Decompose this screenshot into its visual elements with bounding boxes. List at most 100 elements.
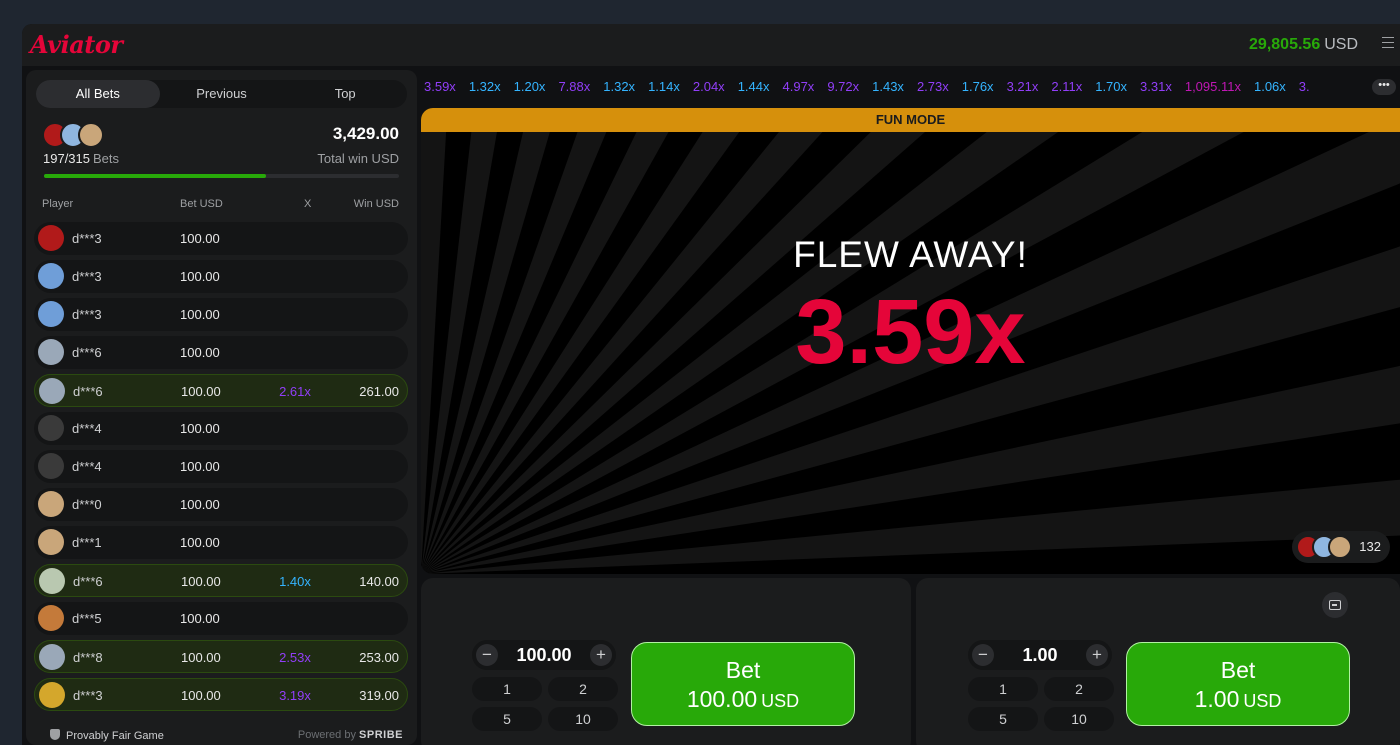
history-multiplier[interactable]: 7.88x (558, 79, 590, 94)
avatar (1328, 535, 1352, 559)
table-row: d***3 100.00 (34, 222, 408, 255)
table-row: d***3 100.00 (34, 298, 408, 331)
bets-count: 197/315 Bets (43, 151, 120, 166)
bet-amount: 100.00 (181, 650, 221, 665)
bet-button[interactable]: Bet 1.00 USD (1126, 642, 1350, 726)
bet-amount-stepper[interactable]: − 100.00 + (472, 640, 616, 670)
history-multiplier[interactable]: 1.14x (648, 79, 680, 94)
bets-summary: 197/315 Bets 3,429.00 Total win USD (36, 116, 407, 182)
cashout-multiplier: 2.53x (279, 650, 311, 665)
history-multiplier[interactable]: 2.04x (693, 79, 725, 94)
quick-amount-button[interactable]: 2 (548, 677, 618, 701)
remove-panel-icon[interactable] (1322, 592, 1348, 618)
history-multiplier[interactable]: 1.20x (514, 79, 546, 94)
avatar (38, 263, 64, 289)
history-multiplier[interactable]: 2.73x (917, 79, 949, 94)
quick-amount-button[interactable]: 1 (968, 677, 1038, 701)
tab-top[interactable]: Top (283, 80, 407, 108)
history-multiplier[interactable]: 3.21x (1007, 79, 1039, 94)
history-multiplier[interactable]: 3. (1299, 79, 1310, 94)
history-multiplier[interactable]: 1.44x (738, 79, 770, 94)
top-bar: Aviator 29,805.56 USD (22, 24, 1400, 66)
win-amount: 253.00 (359, 650, 399, 665)
game-stage: FUN MODE FLEW AWAY! 3.59x 132 (421, 108, 1400, 574)
table-row: d***6 100.00 (34, 336, 408, 369)
history-multiplier[interactable]: 1.32x (469, 79, 501, 94)
progress-fill (44, 174, 266, 178)
history-multiplier[interactable]: 1.43x (872, 79, 904, 94)
bets-tabs: All Bets Previous Top (36, 80, 407, 108)
cashout-multiplier: 2.61x (279, 384, 311, 399)
quick-amount-button[interactable]: 5 (968, 707, 1038, 731)
shield-icon (50, 729, 60, 740)
increase-button[interactable]: + (1086, 644, 1108, 666)
player-name: d***3 (72, 307, 102, 322)
online-players-badge: 132 (1292, 531, 1390, 563)
tab-all-bets[interactable]: All Bets (36, 80, 160, 108)
bet-amount: 100.00 (180, 611, 220, 626)
players-count: 132 (1359, 539, 1381, 554)
history-multiplier[interactable]: 1.76x (962, 79, 994, 94)
win-amount: 261.00 (359, 384, 399, 399)
avatar (38, 453, 64, 479)
column-win: Win USD (353, 198, 399, 210)
aviator-app: Aviator 29,805.56 USD All Bets Previous T… (22, 24, 1400, 745)
bet-amount: 100.00 (180, 535, 220, 550)
history-multiplier[interactable]: 1.06x (1254, 79, 1286, 94)
bet-button-currency: USD (761, 691, 800, 711)
history-multiplier[interactable]: 4.97x (783, 79, 815, 94)
history-multiplier[interactable]: 1.70x (1095, 79, 1127, 94)
bet-button-label: Bet (725, 657, 761, 683)
table-row: d***1 100.00 (34, 526, 408, 559)
cashout-multiplier: 3.19x (279, 688, 311, 703)
player-name: d***3 (72, 231, 102, 246)
avatar (78, 122, 104, 148)
fun-mode-banner: FUN MODE (421, 108, 1400, 132)
history-multiplier[interactable]: 2.11x (1051, 79, 1082, 94)
history-multiplier[interactable]: 1.32x (603, 79, 635, 94)
avatar (39, 568, 65, 594)
avatar (38, 225, 64, 251)
history-multiplier[interactable]: 9.72x (827, 79, 859, 94)
history-multiplier[interactable]: 1,095.11x (1185, 79, 1241, 94)
menu-icon[interactable] (1382, 37, 1394, 49)
tab-previous[interactable]: Previous (160, 80, 284, 108)
avatar (38, 605, 64, 631)
table-row: d***6 100.00 1.40x 140.00 (34, 564, 408, 597)
balance-currency: USD (1324, 36, 1358, 53)
player-name: d***6 (73, 384, 103, 399)
increase-button[interactable]: + (590, 644, 612, 666)
table-row: d***0 100.00 (34, 488, 408, 521)
bet-button-label: Bet (1220, 657, 1256, 683)
total-win-amount: 3,429.00 (332, 124, 399, 143)
bet-amount-stepper[interactable]: − 1.00 + (968, 640, 1112, 670)
table-row: d***3 100.00 3.19x 319.00 (34, 678, 408, 711)
quick-amount-button[interactable]: 5 (472, 707, 542, 731)
avatar (38, 415, 64, 441)
quick-amount-button[interactable]: 10 (548, 707, 618, 731)
balance-amount: 29,805.56 (1249, 36, 1321, 53)
history-multiplier[interactable]: 3.59x (424, 79, 456, 94)
quick-amount-button[interactable]: 10 (1044, 707, 1114, 731)
player-name: d***5 (72, 611, 102, 626)
bet-panel-1: − 100.00 + 1 2 5 10 Bet 100.00 USD (421, 578, 911, 745)
provably-fair-link[interactable]: Provably Fair Game (50, 729, 164, 742)
column-x: X (304, 198, 312, 210)
table-row: d***5 100.00 (34, 602, 408, 635)
table-row: d***8 100.00 2.53x 253.00 (34, 640, 408, 673)
bet-button[interactable]: Bet 100.00 USD (631, 642, 855, 726)
bet-button-amount: 100.00 (686, 686, 758, 712)
history-multiplier[interactable]: 3.31x (1140, 79, 1172, 94)
player-name: d***1 (72, 535, 102, 550)
avatar (38, 529, 64, 555)
bet-amount: 100.00 (180, 421, 220, 436)
quick-amount-button[interactable]: 2 (1044, 677, 1114, 701)
quick-amount-button[interactable]: 1 (472, 677, 542, 701)
avatar (39, 682, 65, 708)
bets-progress-bar (44, 174, 399, 178)
bet-amount: 100.00 (181, 688, 221, 703)
crash-multiplier: 3.59x (795, 281, 1026, 383)
history-more-button[interactable]: ••• (1372, 79, 1396, 95)
total-win-label: Total win USD (317, 151, 399, 166)
player-name: d***6 (72, 345, 102, 360)
